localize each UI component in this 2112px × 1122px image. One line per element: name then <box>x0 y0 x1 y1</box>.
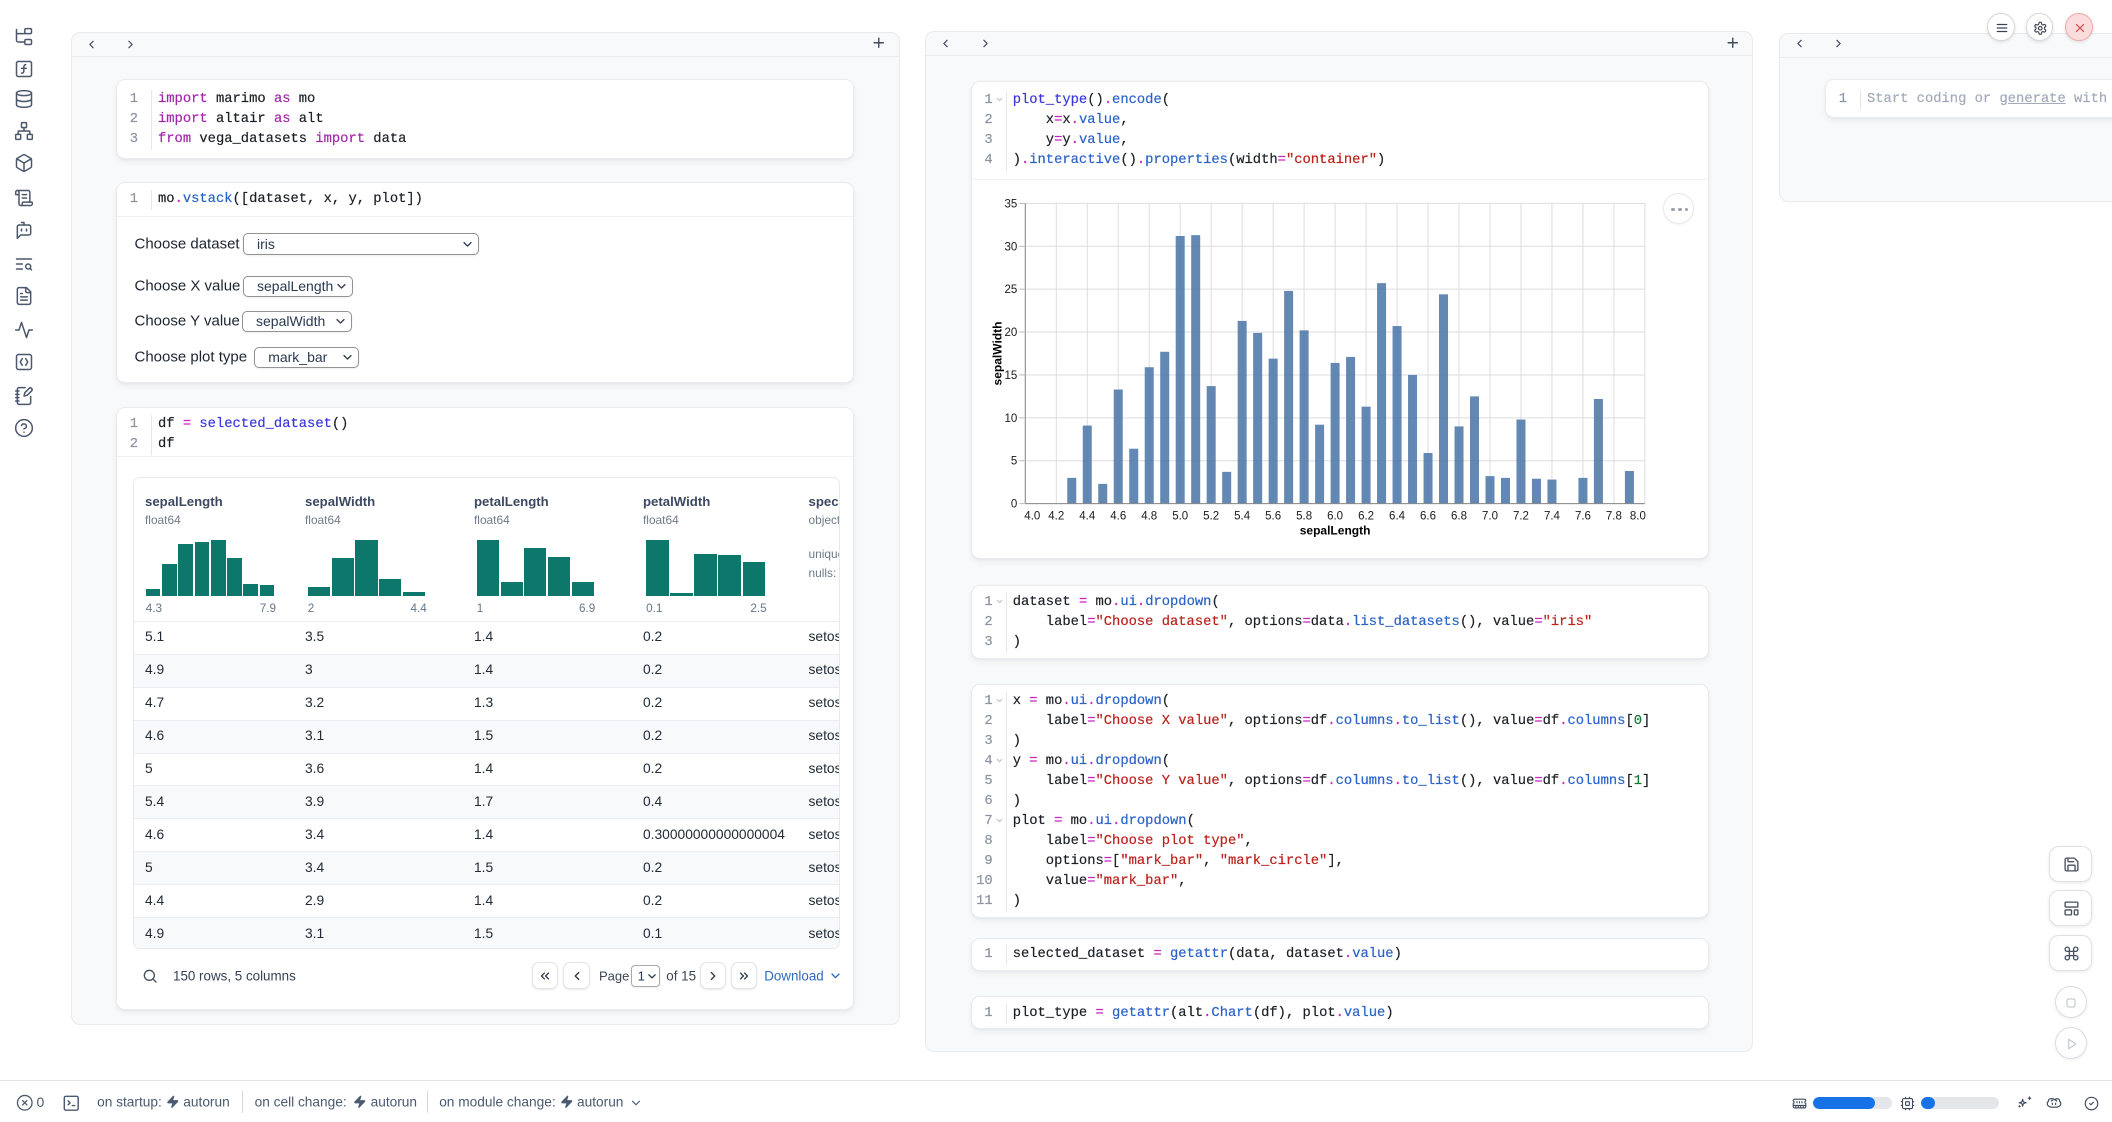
svg-text:15: 15 <box>1004 370 1017 382</box>
svg-text:5: 5 <box>1011 456 1017 468</box>
svg-text:7.2: 7.2 <box>1513 510 1529 522</box>
svg-text:4.6: 4.6 <box>1110 510 1126 522</box>
svg-text:5.0: 5.0 <box>1172 510 1188 522</box>
svg-text:7.4: 7.4 <box>1544 510 1561 522</box>
svg-text:6.2: 6.2 <box>1358 510 1374 522</box>
svg-text:6.6: 6.6 <box>1420 510 1436 522</box>
svg-text:5.4: 5.4 <box>1234 510 1251 522</box>
svg-text:4.8: 4.8 <box>1141 510 1157 522</box>
svg-text:30: 30 <box>1004 241 1017 253</box>
svg-text:4.4: 4.4 <box>1079 510 1096 522</box>
svg-text:7.0: 7.0 <box>1482 510 1498 522</box>
svg-text:5.2: 5.2 <box>1203 510 1219 522</box>
svg-text:7.6: 7.6 <box>1575 510 1591 522</box>
svg-text:sepalWidth: sepalWidth <box>990 322 1004 386</box>
svg-text:10: 10 <box>1004 413 1017 425</box>
svg-text:6.8: 6.8 <box>1451 510 1467 522</box>
svg-text:5.6: 5.6 <box>1265 510 1281 522</box>
svg-text:4.2: 4.2 <box>1048 510 1064 522</box>
svg-text:6.0: 6.0 <box>1327 510 1343 522</box>
svg-text:0: 0 <box>1011 499 1017 511</box>
svg-text:sepalLength: sepalLength <box>1299 523 1370 537</box>
svg-text:20: 20 <box>1004 327 1017 339</box>
svg-text:5.8: 5.8 <box>1296 510 1312 522</box>
svg-text:6.4: 6.4 <box>1389 510 1406 522</box>
svg-text:8.0: 8.0 <box>1630 510 1646 522</box>
svg-text:35: 35 <box>1004 198 1017 210</box>
svg-text:25: 25 <box>1004 284 1017 296</box>
svg-text:4.0: 4.0 <box>1024 510 1040 522</box>
svg-text:7.8: 7.8 <box>1606 510 1622 522</box>
